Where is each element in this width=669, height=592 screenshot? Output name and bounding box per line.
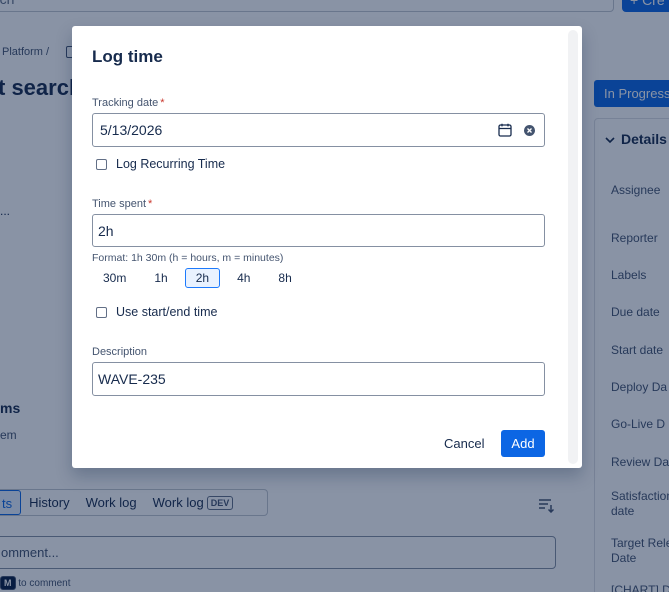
cancel-button[interactable]: Cancel	[436, 431, 492, 457]
log-recurring-checkbox[interactable]	[96, 158, 107, 170]
calendar-icon[interactable]	[498, 123, 512, 137]
preset-1h-button[interactable]: 1h	[143, 268, 178, 288]
format-helper-text: Format: 1h 30m (h = hours, m = minutes)	[92, 252, 284, 264]
use-start-end-label: Use start/end time	[116, 305, 218, 319]
add-button[interactable]: Add	[501, 430, 545, 457]
use-start-end-row[interactable]: Use start/end time	[96, 305, 217, 319]
time-spent-label-text: Time spent	[92, 198, 147, 210]
required-mark: *	[160, 97, 165, 109]
modal-scrollbar[interactable]	[568, 30, 578, 464]
description-input[interactable]: WAVE-235	[92, 362, 545, 396]
tracking-date-value: 5/13/2026	[100, 122, 163, 138]
log-recurring-label: Log Recurring Time	[116, 157, 226, 171]
tracking-date-label: Tracking date *	[92, 97, 165, 109]
clear-icon[interactable]	[524, 125, 535, 136]
use-start-end-checkbox[interactable]	[96, 306, 107, 318]
description-value: WAVE-235	[98, 371, 166, 387]
preset-30m-button[interactable]: 30m	[92, 268, 137, 288]
time-spent-value: 2h	[98, 222, 114, 239]
preset-2h-button[interactable]: 2h	[184, 268, 221, 288]
dialog-title: Log time	[92, 47, 163, 66]
required-mark: *	[148, 198, 153, 210]
preset-4h-button[interactable]: 4h	[226, 268, 261, 288]
log-time-dialog: Log time Tracking date * 5/13/2026 Log Re…	[72, 26, 582, 468]
preset-8h-button[interactable]: 8h	[267, 268, 302, 288]
description-label: Description	[92, 346, 148, 358]
time-spent-input[interactable]: 2h	[92, 214, 545, 247]
time-spent-label: Time spent *	[92, 198, 152, 210]
time-presets: 30m 1h 2h 4h 8h	[92, 268, 309, 288]
log-recurring-row[interactable]: Log Recurring Time	[96, 157, 225, 171]
tracking-date-label-text: Tracking date	[92, 97, 159, 109]
tracking-date-input[interactable]: 5/13/2026	[92, 113, 545, 147]
